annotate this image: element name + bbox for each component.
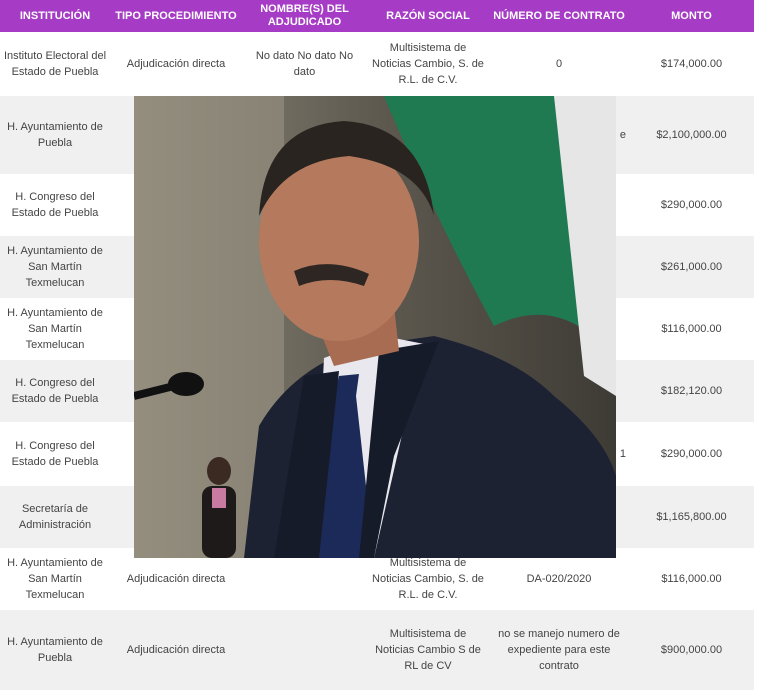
header-monto: MONTO xyxy=(629,0,754,32)
header-institucion: INSTITUCIÓN xyxy=(0,0,110,32)
cell-monto: $182,120.00 xyxy=(629,360,754,422)
cell-institucion: H. Congreso del Estado de Puebla xyxy=(0,360,110,422)
header-tipo-procedimiento: TIPO PROCEDIMIENTO xyxy=(110,0,242,32)
header-nombre-adjudicado: NOMBRE(S) DEL ADJUDICADO xyxy=(242,0,367,32)
cell-monto: $174,000.00 xyxy=(629,32,754,96)
table-header-row: INSTITUCIÓN TIPO PROCEDIMIENTO NOMBRE(S)… xyxy=(0,0,754,32)
cell-contrato: no se manejo numero de expediente para e… xyxy=(489,610,629,690)
cell-tipo: Adjudicación directa xyxy=(110,32,242,96)
speaker-photo xyxy=(134,96,616,558)
cell-razon: Multisistema de Noticias Cambio S de RL … xyxy=(367,610,489,690)
cell-institucion: H. Ayuntamiento de Puebla xyxy=(0,610,110,690)
cell-institucion: H. Ayuntamiento de San Martín Texmelucan xyxy=(0,548,110,610)
speaker-photo-illustration xyxy=(134,96,616,558)
cell-institucion: H. Ayuntamiento de San Martín Texmelucan xyxy=(0,298,110,360)
cell-monto: $116,000.00 xyxy=(629,548,754,610)
table-row: Instituto Electoral del Estado de Puebla… xyxy=(0,32,754,96)
header-numero-contrato: NÚMERO DE CONTRATO xyxy=(489,0,629,32)
cell-razon: Multisistema de Noticias Cambio, S. de R… xyxy=(367,32,489,96)
cell-contrato: 0 xyxy=(489,32,629,96)
cell-tipo: Adjudicación directa xyxy=(110,610,242,690)
cell-institucion: H. Ayuntamiento de San Martín Texmelucan xyxy=(0,236,110,298)
cell-monto: $290,000.00 xyxy=(629,174,754,236)
cell-institucion: Secretaría de Administración xyxy=(0,486,110,548)
cell-monto: $2,100,000.00 xyxy=(629,96,754,174)
cell-institucion: Instituto Electoral del Estado de Puebla xyxy=(0,32,110,96)
cell-monto: $900,000.00 xyxy=(629,610,754,690)
cell-monto: $1,165,800.00 xyxy=(629,486,754,548)
table-row: H. Ayuntamiento de Puebla Adjudicación d… xyxy=(0,610,754,690)
cell-institucion: H. Congreso del Estado de Puebla xyxy=(0,174,110,236)
cell-nombre xyxy=(242,610,367,690)
cell-monto: $261,000.00 xyxy=(629,236,754,298)
cell-nombre: No dato No dato No dato xyxy=(242,32,367,96)
cell-monto: $290,000.00 xyxy=(629,422,754,486)
cell-institucion: H. Ayuntamiento de Puebla xyxy=(0,96,110,174)
cell-institucion: H. Congreso del Estado de Puebla xyxy=(0,422,110,486)
cell-monto: $116,000.00 xyxy=(629,298,754,360)
header-razon-social: RAZÓN SOCIAL xyxy=(367,0,489,32)
